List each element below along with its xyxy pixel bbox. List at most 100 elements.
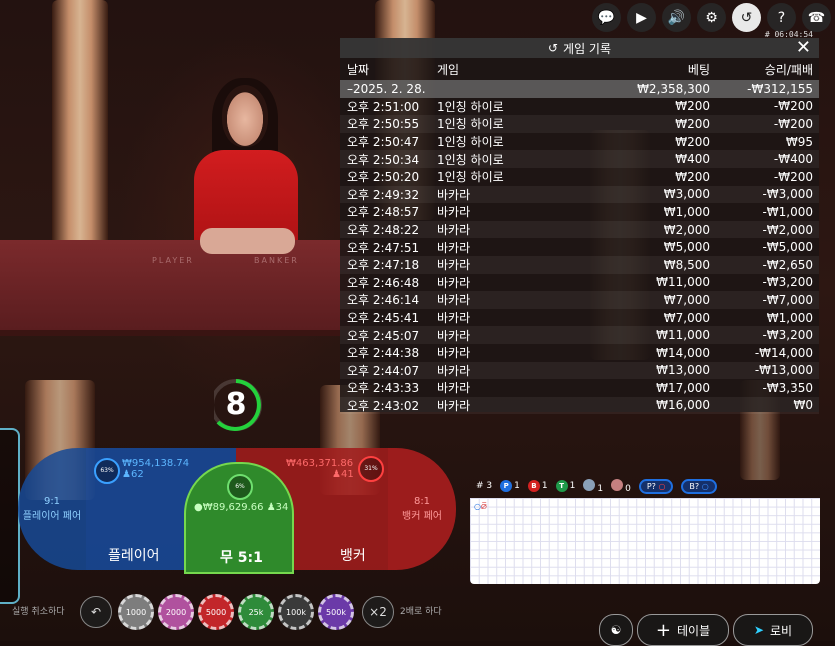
- chip-25k[interactable]: 25k: [238, 594, 274, 630]
- history-row[interactable]: 오후 2:44:38 바카라 ₩14,000 -₩14,000: [340, 344, 819, 362]
- row-time: 오후 2:45:41: [347, 311, 420, 326]
- history-date-summary[interactable]: –2025. 2. 28. ₩2,358,300 -₩312,155: [340, 80, 819, 98]
- row-time: 오후 2:50:20: [347, 170, 420, 185]
- row-game: 1인칭 하이로: [437, 99, 504, 114]
- row-game: 바카라: [437, 328, 471, 343]
- row-time: 오후 2:49:32: [347, 187, 420, 202]
- row-win: -₩200: [773, 99, 813, 114]
- player-ask-button[interactable]: P? ○: [638, 478, 674, 494]
- row-time: 오후 2:47:51: [347, 240, 420, 255]
- chip-500k[interactable]: 500k: [318, 594, 354, 630]
- row-bet: ₩14,000: [656, 345, 710, 360]
- row-time: 오후 2:44:38: [347, 346, 420, 361]
- row-bet: ₩200: [675, 99, 710, 114]
- bead-road-grid: ○⦱: [470, 498, 820, 584]
- lobby-button[interactable]: ➤ 로비: [733, 614, 813, 646]
- tie-percent: 6%: [227, 474, 253, 500]
- col-date: 날짜: [347, 62, 370, 77]
- banker-count: ♟41: [332, 469, 354, 480]
- support-icon[interactable]: ☎: [802, 3, 831, 32]
- row-win: -₩3,350: [762, 380, 813, 395]
- lobby-button-label: 로비: [769, 623, 793, 638]
- chat-icon[interactable]: 💬: [592, 3, 621, 32]
- timer-value: 8: [225, 387, 247, 422]
- gear-icon[interactable]: ⚙: [697, 3, 726, 32]
- row-win: -₩7,000: [762, 292, 813, 307]
- history-row[interactable]: 오후 2:48:22 바카라 ₩2,000 -₩2,000: [340, 220, 819, 239]
- row-bet: ₩13,000: [656, 363, 710, 378]
- banker-wins: B1: [527, 480, 548, 492]
- history-row[interactable]: 오후 2:48:57 바카라 ₩1,000 -₩1,000: [340, 203, 819, 221]
- history-row[interactable]: 오후 2:50:55 1인칭 하이로 ₩200 -₩200: [340, 115, 819, 133]
- video-icon[interactable]: ▶: [627, 3, 656, 32]
- road-entry: ○⦱: [474, 502, 487, 511]
- col-bet: 베팅: [687, 62, 710, 77]
- plus-icon: +: [655, 619, 671, 641]
- dealer-face: [222, 85, 268, 147]
- history-row[interactable]: 오후 2:50:20 1인칭 하이로 ₩200 -₩200: [340, 168, 819, 186]
- sound-icon[interactable]: 🔊: [662, 3, 691, 32]
- side-panel-tab[interactable]: [0, 428, 20, 604]
- chip-100k[interactable]: 100k: [278, 594, 314, 630]
- row-time: 오후 2:50:55: [347, 117, 420, 132]
- history-row[interactable]: 오후 2:45:41 바카라 ₩7,000 ₩1,000: [340, 309, 819, 327]
- row-game: 1인칭 하이로: [437, 152, 504, 167]
- row-bet: ₩16,000: [656, 398, 710, 413]
- summary-date: –2025. 2. 28.: [347, 81, 426, 96]
- row-bet: ₩200: [675, 116, 710, 131]
- row-game: 바카라: [437, 258, 471, 273]
- felt-banker-text: BANKER: [254, 256, 299, 265]
- history-row[interactable]: 오후 2:51:00 1인칭 하이로 ₩200 -₩200: [340, 98, 819, 116]
- tie-label: 무 5:1: [220, 550, 263, 566]
- row-game: 1인칭 하이로: [437, 135, 504, 150]
- chip-1000[interactable]: 1000: [118, 594, 154, 630]
- felt-player-text: PLAYER: [152, 256, 194, 265]
- history-row[interactable]: 오후 2:45:07 바카라 ₩11,000 -₩3,200: [340, 326, 819, 344]
- row-win: -₩2,000: [762, 222, 813, 237]
- history-row[interactable]: 오후 2:43:02 바카라 ₩16,000 ₩0: [340, 396, 819, 415]
- double-button[interactable]: ×2: [362, 596, 394, 628]
- undo-button[interactable]: ↶: [80, 596, 112, 628]
- row-bet: ₩400: [675, 152, 710, 167]
- row-time: 오후 2:50:47: [347, 135, 420, 150]
- row-time: 오후 2:43:02: [347, 398, 420, 413]
- history-row[interactable]: 오후 2:47:18 바카라 ₩8,500 -₩2,650: [340, 255, 819, 274]
- player-pair-wins: 1: [583, 478, 603, 494]
- history-row[interactable]: 오후 2:46:14 바카라 ₩7,000 -₩7,000: [340, 291, 819, 309]
- history-title: 게임 기록: [563, 41, 612, 56]
- table-button[interactable]: + 테이블: [637, 614, 729, 646]
- row-bet: ₩200: [675, 169, 710, 184]
- row-win: -₩400: [773, 152, 813, 167]
- chip-stack-button[interactable]: ☯: [599, 614, 633, 646]
- row-game: 1인칭 하이로: [437, 117, 504, 132]
- row-game: 바카라: [437, 187, 471, 202]
- chip-5000[interactable]: 5000: [198, 594, 234, 630]
- history-row[interactable]: 오후 2:49:32 바카라 ₩3,000 -₩3,000: [340, 185, 819, 204]
- history-row[interactable]: 오후 2:44:07 바카라 ₩13,000 -₩13,000: [340, 361, 819, 380]
- row-bet: ₩11,000: [656, 328, 710, 343]
- help-icon[interactable]: ?: [767, 3, 796, 32]
- banker-ask-button[interactable]: B? ○: [681, 478, 717, 494]
- row-time: 오후 2:51:00: [347, 99, 420, 114]
- bet-tie[interactable]: 6% ●₩89,629.66 ♟34 무 5:1: [184, 462, 294, 574]
- col-game: 게임: [437, 62, 460, 77]
- close-icon[interactable]: ✕: [796, 38, 811, 58]
- row-game: 바카라: [437, 346, 471, 361]
- summary-win: -₩312,155: [747, 81, 813, 96]
- history-row[interactable]: 오후 2:50:34 1인칭 하이로 ₩400 -₩400: [340, 150, 819, 168]
- undo-label: 실행 취소하다: [12, 607, 65, 617]
- chip-2000[interactable]: 2000: [158, 594, 194, 630]
- row-win: -₩13,000: [754, 363, 813, 378]
- history-row[interactable]: 오후 2:50:47 1인칭 하이로 ₩200 ₩95: [340, 133, 819, 151]
- history-column-headers: 날짜 게임 베팅 승리/패배: [340, 58, 819, 80]
- history-row[interactable]: 오후 2:47:51 바카라 ₩5,000 -₩5,000: [340, 238, 819, 256]
- history-row[interactable]: 오후 2:43:33 바카라 ₩17,000 -₩3,350: [340, 379, 819, 397]
- chips-icon: ☯: [610, 623, 622, 637]
- history-icon[interactable]: ↺: [732, 3, 761, 32]
- road-stats-bar: # 3 P1 B1 T1 1 0 P? ○ B? ○: [470, 476, 826, 496]
- history-row[interactable]: 오후 2:46:48 바카라 ₩11,000 -₩3,200: [340, 274, 819, 292]
- row-game: 바카라: [437, 275, 471, 290]
- banker-pair-label: 뱅커 페어: [402, 511, 442, 522]
- dealer-hands: [200, 228, 295, 254]
- row-win: -₩3,200: [762, 275, 813, 290]
